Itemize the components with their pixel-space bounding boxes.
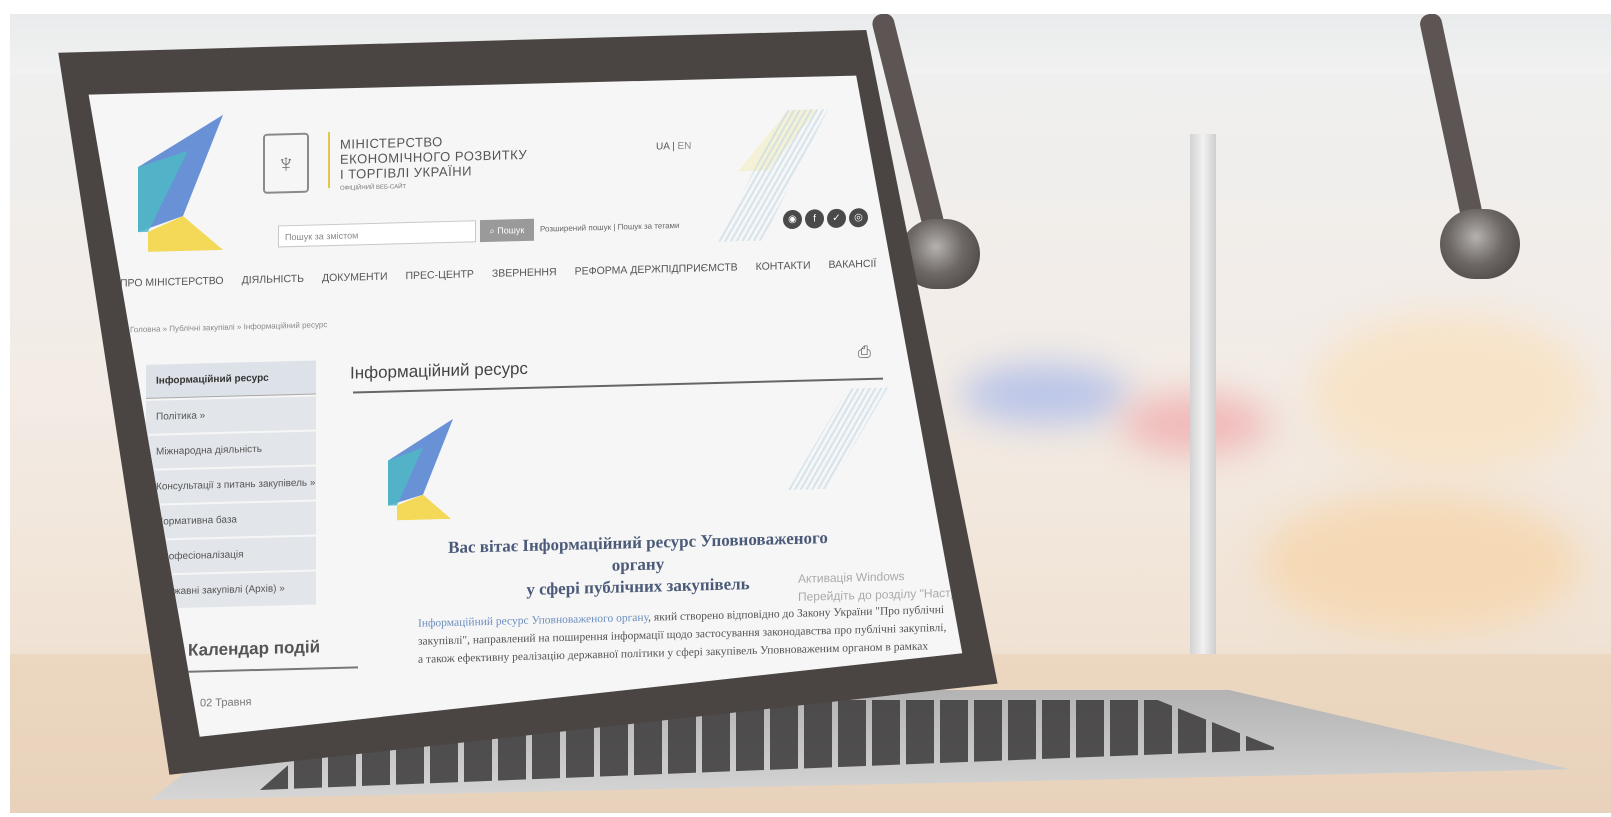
sidebar-item[interactable]: Професіоналізація [146, 536, 316, 574]
lang-en[interactable]: EN [678, 141, 692, 152]
laptop: ♆ МІНІСТЕРСТВО ЕКОНОМІЧНОГО РОЗВИТКУ І Т… [28, 30, 1038, 790]
sidebar-item[interactable]: Консультації з питань закупівель » [146, 466, 316, 504]
nav-item[interactable]: ПРО МІНІСТЕРСТВО [120, 275, 224, 290]
nav-item[interactable]: РЕФОРМА ДЕРЖПІДПРИЄМСТВ [575, 261, 738, 277]
nav-item[interactable]: ВАКАНСІЇ [829, 258, 877, 271]
facebook-icon[interactable]: f [805, 209, 824, 229]
page-title: Інформаційний ресурс [350, 358, 528, 383]
nav-item[interactable]: ПРЕС-ЦЕНТР [406, 268, 474, 282]
calendar-divider [188, 666, 358, 673]
language-switcher: UA | EN [656, 141, 691, 153]
lamp-head [1440, 209, 1520, 279]
instagram-icon[interactable]: ◉ [783, 209, 802, 230]
bokeh-light [1310, 314, 1590, 474]
nav-item[interactable]: ДОКУМЕНТИ [322, 271, 387, 285]
coat-of-arms-icon: ♆ [263, 132, 309, 194]
main-nav: ПРО МІНІСТЕРСТВО ДІЯЛЬНІСТЬ ДОКУМЕНТИ ПР… [120, 258, 876, 290]
social-links: ◉ f ✓ ◎ [783, 208, 868, 230]
lang-separator: | [672, 141, 675, 153]
lang-ua[interactable]: UA [656, 141, 669, 152]
twitter-icon[interactable]: ✓ [827, 208, 846, 229]
sidebar-item[interactable]: Інформаційний ресурс [146, 360, 316, 399]
intro-paragraph: Інформаційний ресурс Уповноваженого орга… [418, 601, 958, 669]
search-icon: ⌕ [489, 225, 495, 236]
bokeh-light [1260, 494, 1580, 634]
calendar-title: Календар подій [188, 637, 321, 660]
advanced-search-link[interactable]: Розширений пошук [540, 223, 611, 234]
print-icon[interactable]: ⎙ [858, 344, 876, 362]
content-decoration [788, 387, 888, 490]
prozorro-logo-icon [388, 418, 453, 521]
glass-pole [1190, 134, 1216, 694]
sidebar-item[interactable]: Міжнародна діяльність [146, 431, 316, 469]
breadcrumb[interactable]: Головна » Публічні закупівлі » Інформаці… [130, 320, 327, 334]
search-button[interactable]: ⌕ Пошук [480, 218, 534, 243]
search-links: Розширений пошук | Пошук за тегами [540, 221, 680, 234]
welcome-heading: Вас вітає Інформаційний ресурс Уповноваж… [438, 527, 838, 603]
nav-item[interactable]: ДІЯЛЬНІСТЬ [242, 273, 304, 287]
search-button-label: Пошук [497, 225, 525, 236]
search-input[interactable]: Пошук за змістом [278, 220, 476, 248]
ministry-name: МІНІСТЕРСТВО ЕКОНОМІЧНОГО РОЗВИТКУ І ТОР… [340, 132, 527, 197]
nav-item[interactable]: КОНТАКТИ [756, 260, 811, 273]
prozorro-logo-icon [138, 114, 223, 252]
sidebar-item[interactable]: Нормативна база [146, 501, 316, 539]
camera-icon[interactable]: ◎ [849, 208, 868, 228]
sidebar-item[interactable]: Політика » [146, 396, 316, 434]
sidebar: Інформаційний ресурс Політика » Міжнарод… [146, 360, 316, 610]
header-divider [328, 132, 330, 189]
calendar-date[interactable]: 02 Травня [200, 696, 252, 709]
nav-item[interactable]: ЗВЕРНЕННЯ [492, 266, 557, 280]
search-links-separator: | [613, 222, 616, 232]
tag-search-link[interactable]: Пошук за тегами [618, 221, 680, 232]
